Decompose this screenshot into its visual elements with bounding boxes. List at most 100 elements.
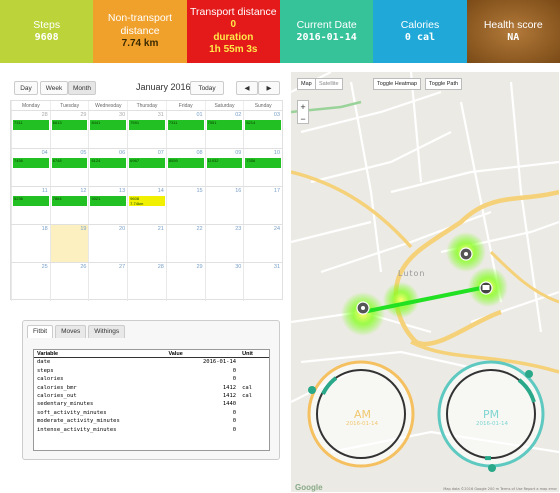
calendar-day[interactable]: 20 [88,225,127,262]
health-tile: Health score NA [466,0,560,63]
calendar-day[interactable]: 31 7591 [127,111,166,148]
calendar-week: 25 26 27 28 29 30 31 [11,263,282,301]
calendar-day-today[interactable]: 19 [49,225,89,262]
view-month-button[interactable]: Month [68,81,96,95]
view-week-button[interactable]: Week [40,81,68,95]
location-map[interactable]: Map Satellite Toggle Heatmap Toggle Path… [291,72,559,492]
calendar-day[interactable]: 30 8441 [88,111,127,148]
calendar-day[interactable]: 29 [165,263,205,301]
calendar-day[interactable]: 27 [88,263,127,301]
steps-event[interactable]: 5236 [13,196,49,206]
calendar-week: 28 7311 29 6613 30 8441 31 7591 01 7311 02 755… [11,111,282,149]
calendar-day[interactable]: 10 7356 [243,149,282,186]
day-number: 19 [80,226,87,232]
bus-marker-icon[interactable] [479,281,493,295]
tab-fitbit[interactable]: Fitbit [27,325,54,338]
calendar-day[interactable]: 29 6613 [49,111,89,148]
steps-event[interactable]: 11932 [206,158,243,168]
steps-event[interactable]: 8559 [167,158,204,168]
calendar-day[interactable]: 18 [11,225,50,262]
calendar-day[interactable]: 24 [243,225,282,262]
steps-event[interactable]: 6613 [51,120,88,130]
calendar-day[interactable]: 11 5236 [11,187,50,224]
calendar-day[interactable]: 22 [165,225,205,262]
map-footer[interactable]: Map data ©2016 Google 200 m Terms of Use… [443,487,557,491]
table-row: sedentary_minutes 1440 [34,400,269,408]
view-day-button[interactable]: Day [14,81,38,95]
map-type-map-button[interactable]: Map [297,78,315,90]
map-type-satellite-button[interactable]: Satellite [315,78,343,90]
toggle-heatmap-button[interactable]: Toggle Heatmap [373,78,422,90]
calendar-day[interactable]: 26 [49,263,89,301]
tab-moves[interactable]: Moves [55,325,87,338]
calendar-day[interactable]: 16 [204,187,244,224]
calendar-day[interactable]: 01 7311 [165,111,205,148]
calendar-day[interactable]: 30 [204,263,244,301]
prev-month-button[interactable]: ◀ [236,81,258,95]
calendar-day[interactable]: 02 7551 [204,111,244,148]
calendar-day[interactable]: 28 7311 [11,111,50,148]
toggle-path-button[interactable]: Toggle Path [425,78,463,90]
zoom-out-button[interactable]: − [298,113,308,125]
calendar-day[interactable]: 04 7456 [11,149,50,186]
today-button[interactable]: Today [190,81,224,95]
steps-event[interactable]: 7311 [13,120,49,130]
device-tabs: Fitbit Moves Withings [27,325,126,338]
cell-unit [236,426,266,434]
day-number: 30 [235,264,242,270]
day-number: 07 [157,150,164,156]
calendar-day[interactable]: 06 6124 [88,149,127,186]
col-unit: Unit [242,351,253,357]
location-marker-icon[interactable] [459,247,473,261]
cell-variable: steps [37,367,54,374]
calendar-day[interactable]: 31 [243,263,282,301]
calendar-day[interactable]: 09 11932 [204,149,244,186]
day-number: 13 [119,188,126,194]
calendar-day[interactable]: 28 [127,263,166,301]
calendar-toolbar: Day Week Month January 2016 Today ◀ ▶ [14,80,284,96]
day-number: 17 [273,188,281,194]
calendar-day[interactable]: 12 7864 [49,187,89,224]
location-marker-icon[interactable] [356,301,370,315]
calendar-day[interactable]: 25 [11,263,50,301]
cell-unit [236,367,266,375]
day-number: 18 [41,226,48,232]
today-steps-event[interactable]: 9608 7.74km [129,196,165,206]
date-tile: Current Date 2016-01-14 [279,0,374,63]
calendar-day[interactable]: 23 [204,225,244,262]
steps-event[interactable]: 7864 [51,196,88,206]
steps-event[interactable]: 6214 [245,120,282,130]
next-month-button[interactable]: ▶ [258,81,280,95]
calendar-day[interactable]: 07 6967 [127,149,166,186]
steps-tile: Steps 9608 [0,0,94,63]
town-label: Luton [398,269,426,278]
transport-duration-value: 1h 55m 3s [209,44,258,56]
steps-event[interactable]: 9321 [90,196,127,206]
steps-event[interactable]: 7311 [167,120,204,130]
calories-value: 0 cal [404,31,436,43]
steps-event[interactable]: 7456 [13,158,49,168]
dow-tue: Tuesday [49,101,89,110]
cell-unit: cal [242,392,253,399]
tab-withings[interactable]: Withings [88,325,126,338]
zoom-in-button[interactable]: + [298,101,308,113]
transport-tile: Transport distance 0 duration 1h 55m 3s [186,0,280,63]
steps-event[interactable]: 6124 [90,158,127,168]
steps-event[interactable]: 6967 [129,158,165,168]
calendar-day[interactable]: 21 [127,225,166,262]
calendar-day[interactable]: 05 6748 [49,149,89,186]
steps-event[interactable]: 7356 [245,158,282,168]
calendar-day[interactable]: 17 [243,187,282,224]
steps-event[interactable]: 7591 [129,120,165,130]
steps-event[interactable]: 6748 [51,158,88,168]
day-number: 22 [196,226,203,232]
day-number: 29 [80,112,87,118]
steps-event[interactable]: 8441 [90,120,127,130]
calendar-day[interactable]: 15 [165,187,205,224]
calendar-day[interactable]: 08 8559 [165,149,205,186]
calendar-day[interactable]: 13 9321 [88,187,127,224]
calendar-day[interactable]: 14 9608 7.74km [127,187,166,224]
steps-event[interactable]: 7551 [206,120,243,130]
day-number: 12 [80,188,87,194]
calendar-day[interactable]: 03 6214 [243,111,282,148]
